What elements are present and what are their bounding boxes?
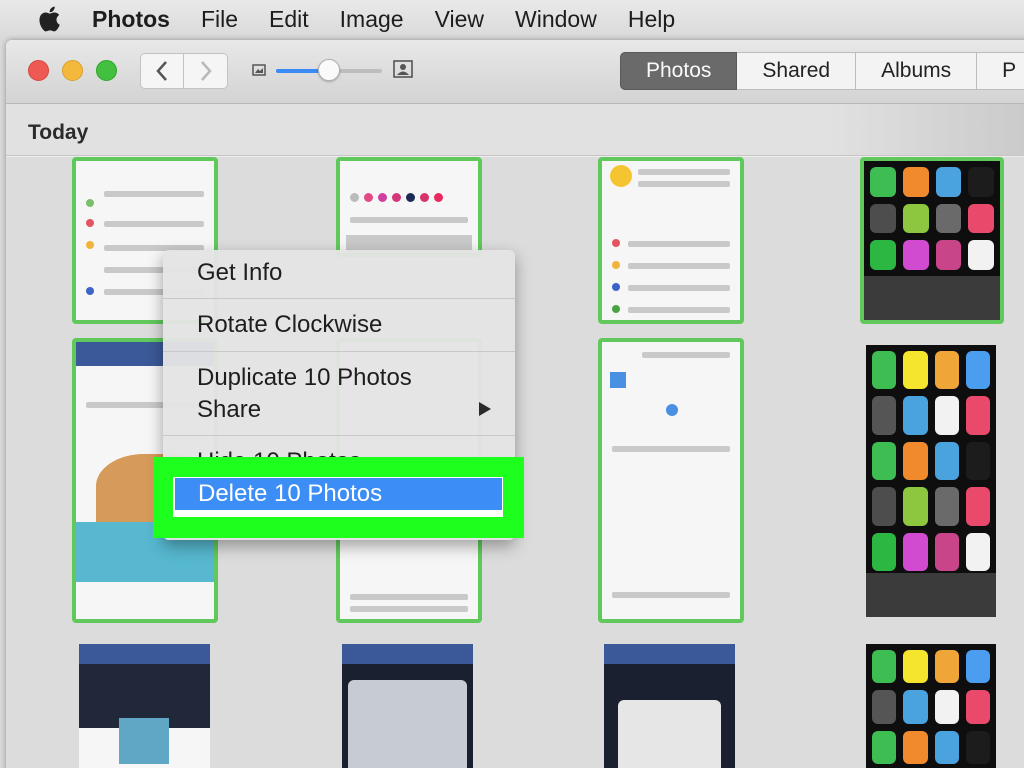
photo-content bbox=[86, 241, 94, 249]
chevron-right-icon bbox=[200, 61, 212, 81]
triangle-right-icon bbox=[479, 402, 491, 416]
zoom-window-button[interactable] bbox=[96, 60, 117, 81]
photo-content bbox=[642, 352, 730, 358]
menu-item-get-info[interactable]: Get Info bbox=[197, 259, 282, 287]
photo-content bbox=[342, 644, 473, 664]
photo-content bbox=[119, 718, 169, 764]
menu-edit[interactable]: Edit bbox=[269, 6, 309, 33]
photo-content bbox=[628, 263, 730, 269]
photo-content bbox=[86, 219, 94, 227]
photo-content bbox=[628, 241, 730, 247]
photo-thumbnail[interactable] bbox=[866, 644, 996, 768]
menu-separator bbox=[163, 351, 515, 352]
menu-item-rotate-clockwise[interactable]: Rotate Clockwise bbox=[197, 311, 382, 339]
forward-button[interactable] bbox=[184, 53, 228, 89]
photo-content bbox=[612, 305, 620, 313]
menu-item-duplicate[interactable]: Duplicate 10 Photos bbox=[197, 364, 412, 392]
tab-shared[interactable]: Shared bbox=[737, 52, 857, 90]
menu-bar: Photos File Edit Image View Window Help bbox=[0, 0, 1024, 38]
section-header: Today bbox=[6, 104, 1024, 156]
tab-photos[interactable]: Photos bbox=[620, 52, 738, 90]
photo-thumbnail[interactable] bbox=[598, 338, 744, 623]
menu-item-delete[interactable]: Delete 10 Photos bbox=[175, 478, 502, 510]
photo-content bbox=[86, 199, 94, 207]
photo-thumbnail[interactable] bbox=[336, 157, 482, 257]
photo-content bbox=[350, 217, 468, 223]
photo-content bbox=[79, 644, 210, 664]
photo-content bbox=[350, 606, 468, 612]
photo-content bbox=[612, 446, 730, 452]
menu-separator bbox=[163, 298, 515, 299]
photo-thumbnail[interactable] bbox=[604, 644, 735, 768]
view-tabs: Photos Shared Albums P bbox=[620, 52, 1024, 90]
menu-item-share[interactable]: Share bbox=[197, 396, 261, 424]
menu-window[interactable]: Window bbox=[515, 6, 597, 33]
photo-content bbox=[872, 351, 990, 571]
minimize-window-button[interactable] bbox=[62, 60, 83, 81]
close-window-button[interactable] bbox=[28, 60, 49, 81]
photo-content bbox=[348, 680, 467, 768]
section-title: Today bbox=[28, 121, 89, 144]
photo-content bbox=[350, 193, 443, 202]
photo-content bbox=[104, 221, 204, 227]
photo-content bbox=[618, 700, 721, 768]
photo-content bbox=[612, 592, 730, 598]
photo-content bbox=[612, 239, 620, 247]
photo-content bbox=[610, 165, 632, 187]
tab-projects[interactable]: P bbox=[977, 52, 1024, 90]
photo-content bbox=[870, 167, 994, 270]
photo-content bbox=[638, 169, 730, 175]
photo-content bbox=[612, 261, 620, 269]
small-thumbnail-icon[interactable] bbox=[252, 64, 266, 76]
menu-view[interactable]: View bbox=[435, 6, 484, 33]
photos-window: Photos Shared Albums P Today bbox=[6, 40, 1024, 768]
chevron-left-icon bbox=[156, 61, 167, 81]
toolbar: Photos Shared Albums P bbox=[6, 40, 1024, 104]
photo-content bbox=[666, 404, 678, 416]
menu-help[interactable]: Help bbox=[628, 6, 675, 33]
photo-content bbox=[864, 276, 1000, 320]
menu-separator bbox=[163, 435, 515, 436]
photo-content bbox=[604, 644, 735, 664]
photo-content bbox=[610, 372, 626, 388]
photo-content bbox=[872, 650, 990, 768]
photo-thumbnail[interactable] bbox=[866, 345, 996, 617]
photo-content bbox=[638, 181, 730, 187]
menu-file[interactable]: File bbox=[201, 6, 238, 33]
photo-thumbnail[interactable] bbox=[860, 157, 1004, 324]
apple-logo-icon[interactable] bbox=[32, 4, 66, 34]
photo-content bbox=[104, 191, 204, 197]
photo-thumbnail[interactable] bbox=[79, 644, 210, 768]
photo-content bbox=[350, 594, 468, 600]
zoom-slider-knob[interactable] bbox=[318, 59, 340, 81]
photo-content bbox=[628, 307, 730, 313]
menu-image[interactable]: Image bbox=[340, 6, 404, 33]
photo-content bbox=[866, 573, 996, 617]
large-thumbnail-icon[interactable] bbox=[393, 60, 413, 78]
photo-content bbox=[86, 287, 94, 295]
photo-thumbnail[interactable] bbox=[598, 157, 744, 324]
tab-albums[interactable]: Albums bbox=[856, 52, 978, 90]
back-button[interactable] bbox=[140, 53, 184, 89]
photo-content bbox=[612, 283, 620, 291]
menu-app-name[interactable]: Photos bbox=[92, 6, 170, 33]
photo-content bbox=[628, 285, 730, 291]
photo-thumbnail[interactable] bbox=[342, 644, 473, 768]
